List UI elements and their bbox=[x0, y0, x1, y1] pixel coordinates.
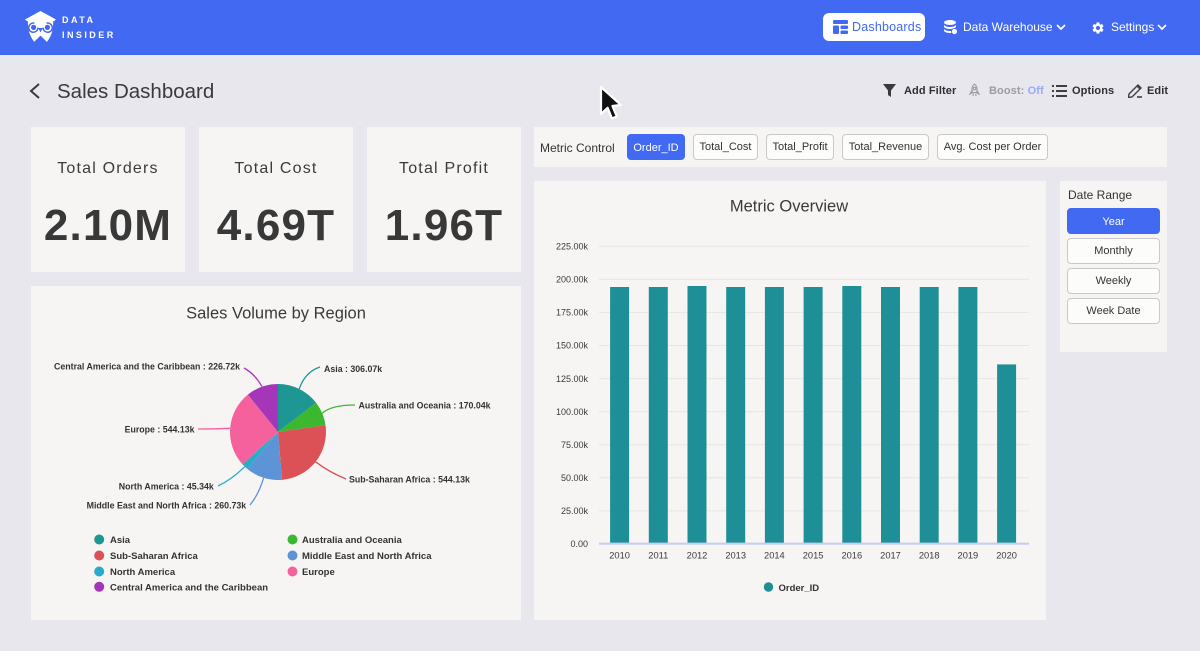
svg-text:Sub-Saharan Africa : 544.13k: Sub-Saharan Africa : 544.13k bbox=[349, 475, 470, 485]
svg-text:Sales Volume by Region: Sales Volume by Region bbox=[186, 305, 366, 323]
svg-text:225.00k: 225.00k bbox=[556, 242, 589, 252]
svg-text:North America : 45.34k: North America : 45.34k bbox=[119, 482, 214, 492]
svg-text:2019: 2019 bbox=[958, 550, 979, 560]
svg-text:2013: 2013 bbox=[725, 550, 746, 560]
svg-text:North America: North America bbox=[110, 567, 176, 578]
svg-text:2015: 2015 bbox=[803, 550, 824, 560]
svg-text:125.00k: 125.00k bbox=[556, 374, 589, 384]
svg-text:Metric Overview: Metric Overview bbox=[730, 198, 848, 216]
svg-text:2020: 2020 bbox=[996, 550, 1017, 560]
svg-text:2016: 2016 bbox=[841, 550, 862, 560]
svg-text:Middle East and North Africa: Middle East and North Africa bbox=[302, 551, 432, 562]
svg-text:2012: 2012 bbox=[687, 550, 708, 560]
svg-text:Sub-Saharan Africa: Sub-Saharan Africa bbox=[110, 551, 199, 562]
svg-text:2018: 2018 bbox=[919, 550, 940, 560]
svg-text:75.00k: 75.00k bbox=[561, 440, 589, 450]
svg-text:Order_ID: Order_ID bbox=[779, 583, 820, 594]
svg-text:200.00k: 200.00k bbox=[556, 275, 589, 285]
svg-text:Europe: Europe bbox=[302, 567, 335, 578]
svg-text:50.00k: 50.00k bbox=[561, 473, 589, 483]
svg-text:2017: 2017 bbox=[880, 550, 901, 560]
svg-text:Australia and Oceania: Australia and Oceania bbox=[302, 535, 403, 546]
svg-text:100.00k: 100.00k bbox=[556, 407, 589, 417]
svg-text:Central America and the Caribb: Central America and the Caribbean : 226.… bbox=[54, 362, 240, 372]
svg-text:2011: 2011 bbox=[648, 550, 668, 560]
svg-text:150.00k: 150.00k bbox=[556, 341, 589, 351]
svg-text:Middle East and North Africa :: Middle East and North Africa : 260.73k bbox=[87, 501, 247, 511]
svg-text:Australia and Oceania : 170.04: Australia and Oceania : 170.04k bbox=[359, 401, 491, 411]
svg-text:Asia: Asia bbox=[110, 535, 131, 546]
svg-text:Central America and the Caribb: Central America and the Caribbean bbox=[110, 582, 268, 593]
svg-text:2014: 2014 bbox=[764, 550, 785, 560]
svg-text:Asia : 306.07k: Asia : 306.07k bbox=[324, 364, 382, 374]
svg-text:175.00k: 175.00k bbox=[556, 308, 589, 318]
svg-text:25.00k: 25.00k bbox=[561, 506, 589, 516]
svg-text:Europe : 544.13k: Europe : 544.13k bbox=[125, 425, 195, 435]
svg-text:2010: 2010 bbox=[609, 550, 630, 560]
svg-text:0.00: 0.00 bbox=[570, 539, 588, 549]
